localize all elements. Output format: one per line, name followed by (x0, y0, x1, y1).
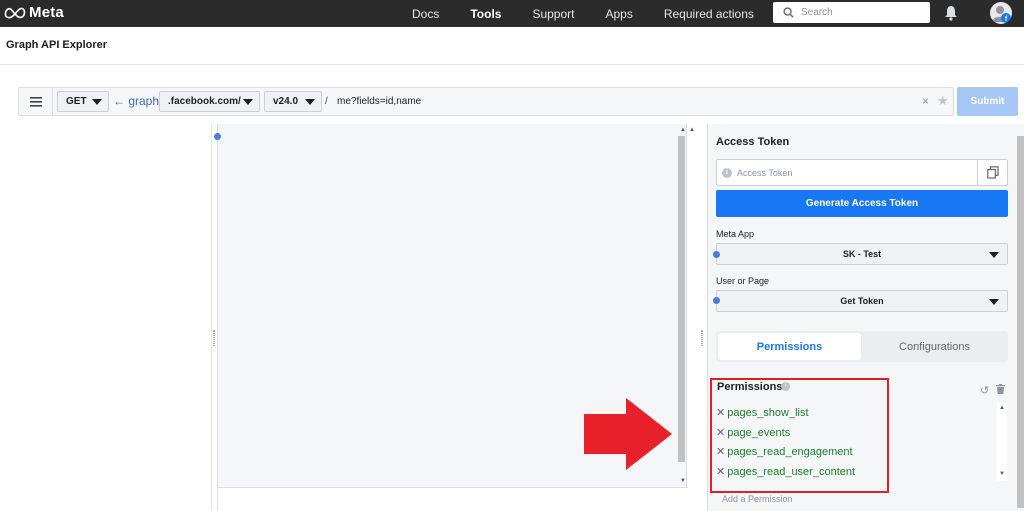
info-icon: i (722, 168, 732, 178)
nav-link-required-actions[interactable]: Required actions (664, 7, 754, 21)
submit-button[interactable]: Submit (957, 87, 1018, 116)
nav-link-docs[interactable]: Docs (412, 7, 439, 21)
page-title: Graph API Explorer (6, 39, 108, 51)
domain-dropdown[interactable]: .facebook.com/ (159, 91, 260, 112)
user-or-page-value: Get Token (840, 296, 884, 306)
access-token-input[interactable] (737, 165, 977, 181)
chevron-down-icon (989, 252, 999, 258)
query-path-input[interactable] (337, 90, 917, 113)
red-arrow-icon (584, 398, 672, 470)
right-panel-scrollbar[interactable] (1017, 136, 1024, 508)
nav-link-support[interactable]: Support (532, 7, 574, 21)
clear-icon[interactable]: × (922, 94, 929, 108)
undo-icon[interactable]: ↺ (980, 384, 989, 397)
meta-app-value: SK - Test (842, 249, 882, 259)
generate-access-token-button[interactable]: Generate Access Token (716, 190, 1008, 217)
hamburger-menu-icon (29, 96, 42, 107)
response-scrollbar[interactable] (678, 136, 685, 462)
meta-logo-text: Meta (29, 4, 64, 21)
tab-permissions[interactable]: Permissions (718, 333, 861, 360)
trash-icon[interactable] (996, 384, 1005, 394)
http-method-dropdown[interactable]: GET (57, 91, 109, 112)
chevron-down-icon (92, 99, 102, 105)
version-dropdown[interactable]: v24.0 (264, 91, 322, 112)
profile-avatar[interactable]: f (990, 2, 1012, 24)
menu-button[interactable] (19, 88, 53, 115)
nav-link-apps[interactable]: Apps (605, 7, 632, 21)
tab-configurations[interactable]: Configurations (863, 333, 1006, 360)
sub-header: Graph API Explorer (0, 27, 1024, 65)
resize-handle-left[interactable] (213, 330, 215, 346)
left-field-panel (0, 124, 212, 511)
search-icon (783, 7, 794, 18)
domain-value: .facebook.com/ (168, 96, 241, 107)
scroll-up-icon[interactable]: ▲ (680, 127, 686, 133)
chevron-down-icon (243, 99, 253, 105)
access-token-field: i (716, 159, 1008, 186)
response-footer (218, 487, 688, 511)
search-box[interactable] (773, 2, 930, 23)
panel-tabs: Permissions Configurations (716, 331, 1008, 362)
user-or-page-dot (713, 297, 720, 304)
copy-button[interactable] (977, 160, 1007, 185)
scroll-down-icon[interactable]: ▼ (680, 478, 686, 484)
user-or-page-select[interactable]: Get Token (716, 290, 1008, 312)
http-method-value: GET (66, 96, 87, 107)
meta-app-select[interactable]: SK - Test (716, 243, 1008, 265)
scroll-down-icon[interactable]: ▼ (999, 471, 1005, 477)
path-separator: / (325, 96, 328, 107)
avatar-icon: f (992, 6, 1011, 23)
meta-app-dot (713, 251, 720, 258)
search-input[interactable] (801, 7, 921, 18)
chevron-down-icon (305, 99, 315, 105)
meta-logo[interactable]: Meta (4, 4, 64, 21)
response-anchor-dot (214, 133, 221, 140)
scroll-up-icon[interactable]: ▲ (999, 405, 1005, 411)
user-or-page-label: User or Page (716, 276, 770, 286)
highlight-box (710, 378, 889, 493)
permissions-scrollbar[interactable]: ▲ ▼ (997, 403, 1007, 481)
chevron-down-icon (989, 299, 999, 305)
meta-infinity-icon (4, 7, 26, 18)
version-value: v24.0 (273, 96, 299, 107)
query-bar: GET ← graph. .facebook.com/ v24.0 / × ★ (18, 87, 954, 116)
meta-app-label: Meta App (716, 229, 755, 239)
favorite-star-icon[interactable]: ★ (937, 93, 949, 109)
graph-domain-link[interactable]: ← graph. (113, 94, 162, 108)
nav-link-tools[interactable]: Tools (470, 7, 501, 21)
nav-links: Docs Tools Support Apps Required actions (412, 0, 785, 27)
add-permission-input[interactable]: Add a Permission (722, 494, 793, 504)
access-token-title: Access Token (716, 136, 790, 148)
copy-icon (986, 166, 999, 179)
resize-handle-right[interactable] (701, 330, 703, 346)
bell-icon[interactable] (943, 5, 959, 21)
scroll-up-icon-2[interactable]: ▲ (689, 127, 695, 133)
top-navigation-bar: Meta Docs Tools Support Apps Required ac… (0, 0, 1024, 27)
